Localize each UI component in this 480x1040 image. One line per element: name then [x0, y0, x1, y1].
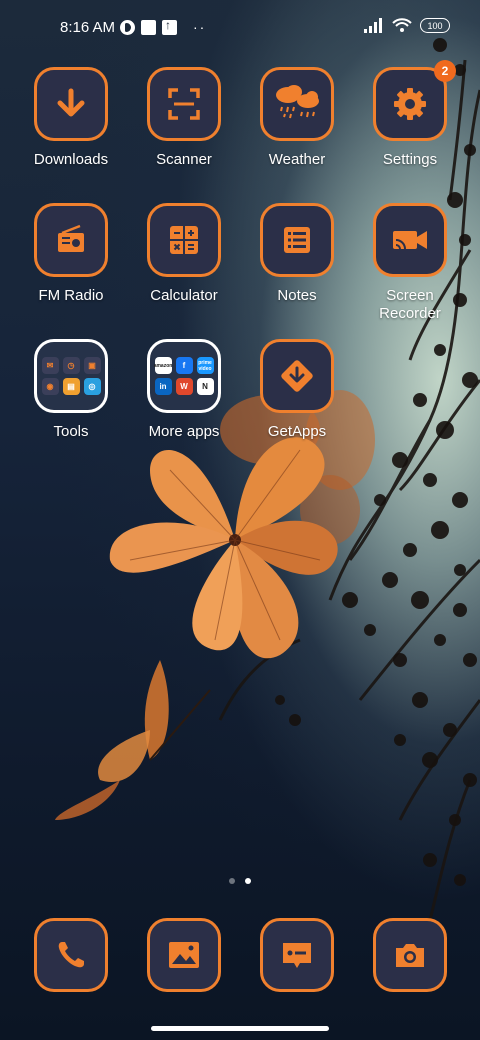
getapps-icon: [260, 339, 334, 413]
gallery-icon: [147, 918, 221, 992]
app-scanner[interactable]: Scanner: [128, 67, 240, 169]
calculator-icon: [147, 203, 221, 277]
compass-mini-icon: ◉: [41, 378, 59, 395]
app-label: Tools: [53, 423, 89, 440]
status-time: 8:16 AM: [60, 19, 116, 36]
dock-gallery[interactable]: [128, 918, 240, 992]
folder-more-apps[interactable]: amazon f prime video in W N More apps: [128, 339, 240, 441]
download-icon: [34, 67, 108, 141]
app-notification-icon: [120, 19, 135, 35]
app-fm-radio[interactable]: FM Radio: [15, 203, 127, 305]
app-label: More apps: [148, 423, 220, 440]
status-bar: 8:16 AM ·· 100: [0, 14, 480, 42]
facebook-mini-icon: f: [175, 357, 193, 374]
dock-messages[interactable]: [241, 918, 353, 992]
notification-badge: 2: [434, 60, 456, 82]
page-indicator[interactable]: [0, 878, 480, 884]
more-notifications-icon: ··: [193, 19, 207, 35]
folder-tools[interactable]: ✉ ◷ ▣ ◉ ▤ ◎ Tools: [15, 339, 127, 441]
notification-icons: ··: [120, 18, 207, 35]
notification-square-icon: [141, 19, 156, 35]
battery-icon: 100: [420, 18, 450, 33]
folder-icon: amazon f prime video in W N: [147, 339, 221, 413]
prime-video-mini-icon: prime video: [196, 357, 214, 374]
phone-icon: [34, 918, 108, 992]
app-notes[interactable]: Notes: [241, 203, 353, 305]
folder-icon: ✉ ◷ ▣ ◉ ▤ ◎: [34, 339, 108, 413]
app-mini-icon: ▣: [83, 357, 101, 374]
app-label: Settings: [382, 151, 438, 168]
messages-icon: [260, 918, 334, 992]
app-screen-recorder[interactable]: Screen Recorder: [354, 203, 466, 323]
app-mini-icon: W: [175, 378, 193, 395]
app-getapps[interactable]: GetApps: [241, 339, 353, 441]
upload-notification-icon: [162, 18, 177, 35]
page-dot[interactable]: [229, 878, 235, 884]
scanner-icon: [147, 67, 221, 141]
app-settings[interactable]: 2 Settings: [354, 60, 466, 169]
mail-mini-icon: ✉: [41, 357, 59, 374]
app-label: Downloads: [33, 151, 109, 168]
page-dot-active[interactable]: [245, 878, 251, 884]
home-gesture-bar[interactable]: [151, 1026, 329, 1031]
video-camera-icon: [373, 203, 447, 277]
app-calculator[interactable]: Calculator: [128, 203, 240, 305]
wifi-icon: [392, 18, 412, 32]
signal-icon: [364, 18, 382, 33]
browser-mini-icon: ◎: [83, 378, 101, 395]
notes-icon: [260, 203, 334, 277]
files-mini-icon: ▤: [62, 378, 80, 395]
app-label: FM Radio: [38, 287, 104, 304]
app-label: Scanner: [156, 151, 212, 168]
app-label: Weather: [268, 151, 326, 168]
dock-camera[interactable]: [354, 918, 466, 992]
app-label: GetApps: [267, 423, 327, 440]
system-icons: 100: [364, 18, 450, 33]
clock-mini-icon: ◷: [62, 357, 80, 374]
app-label: Notes: [277, 287, 317, 304]
dock-phone[interactable]: [15, 918, 127, 992]
app-mini-icon: N: [196, 378, 214, 395]
app-weather[interactable]: Weather: [241, 67, 353, 169]
linkedin-mini-icon: in: [154, 378, 172, 395]
radio-icon: [34, 203, 108, 277]
gear-icon: 2: [373, 60, 456, 141]
app-label: Calculator: [150, 287, 218, 304]
camera-icon: [373, 918, 447, 992]
amazon-mini-icon: amazon: [154, 357, 172, 374]
app-downloads[interactable]: Downloads: [15, 67, 127, 169]
app-label: Screen Recorder: [379, 287, 441, 322]
weather-icon: [260, 67, 334, 141]
